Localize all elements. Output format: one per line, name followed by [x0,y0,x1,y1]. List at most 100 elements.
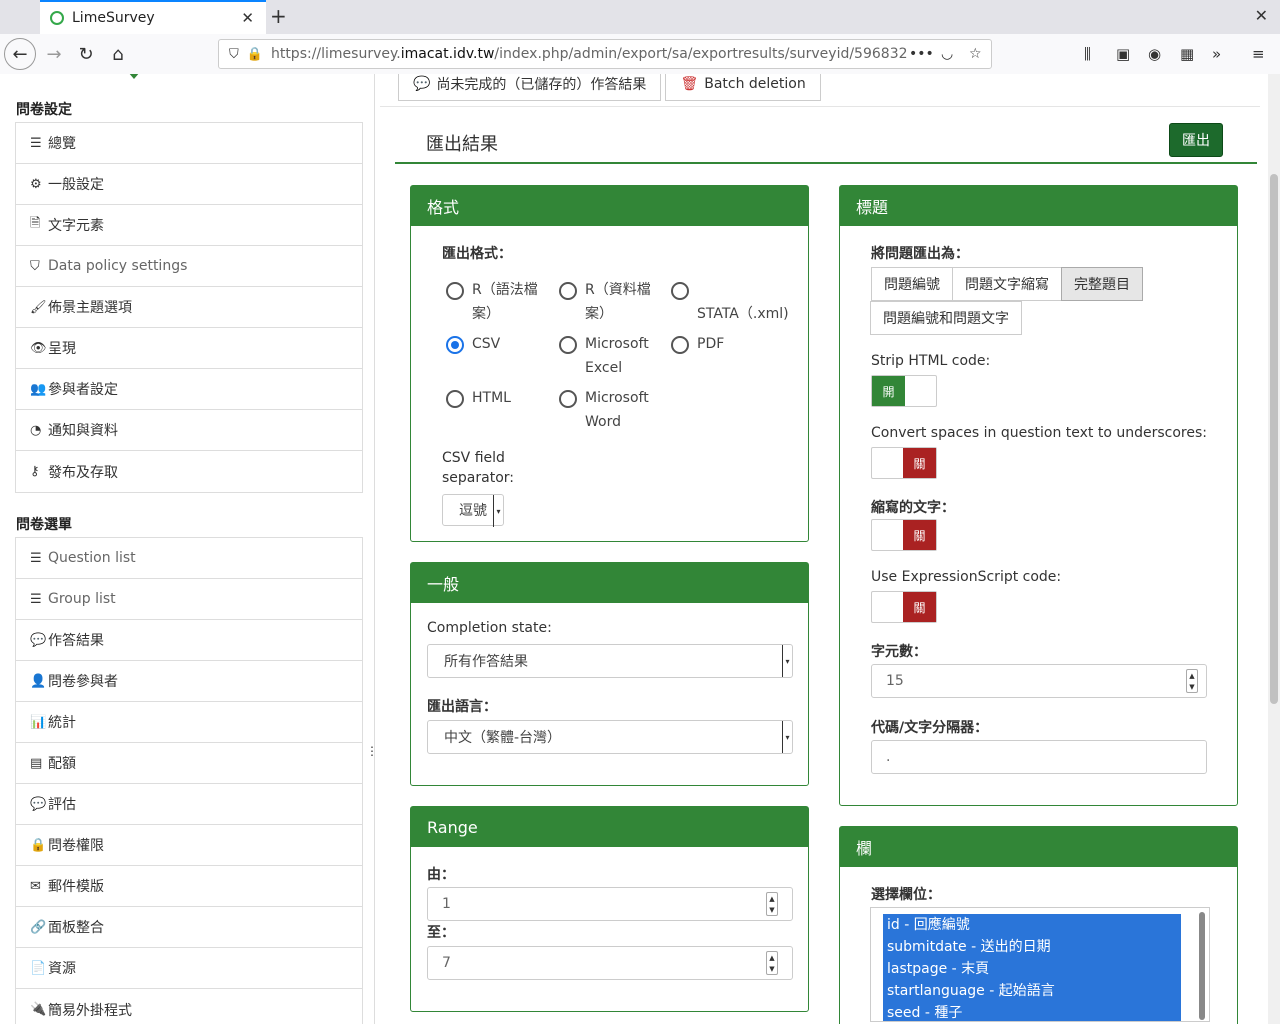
resize-handle-icon[interactable]: ⋮ [366,744,378,758]
char-count-label: 字元數： [871,644,927,660]
expressionscript-label: Use ExpressionScript code: [871,569,1062,585]
heading-option-full[interactable]: 完整題目 [1061,267,1143,301]
new-tab-icon[interactable]: + [270,4,287,28]
sidebar-item[interactable]: ✉ 郵件模版 [16,866,362,907]
scrollbar[interactable] [1199,912,1205,1020]
format-option-label-line2: STATA（.xml) [697,306,789,322]
format-radio[interactable] [671,336,689,354]
list-icon: ☰ [30,591,42,607]
code-separator-input[interactable]: . [871,740,1207,774]
page-scrollbar[interactable] [1268,74,1280,1024]
stepper-icon[interactable]: ▲ ▼ [766,892,778,916]
sidebar-toggle-icon[interactable]: ▣ [1116,45,1130,63]
range-from-value: 1 [442,896,451,912]
sidebar-item[interactable]: 👥 參與者設定 [16,369,362,410]
forward-icon[interactable]: → [38,38,70,70]
stepper-icon[interactable]: ▲ ▼ [1186,669,1198,693]
format-radio[interactable] [446,336,464,354]
library-icon[interactable]: ⫼ [1084,45,1091,63]
bookmark-star-icon[interactable]: ☆ [969,46,982,62]
sidebar-item[interactable]: 🔒 問卷權限 [16,825,362,866]
sidebar-item[interactable]: 🗎 文字元素 [16,205,362,246]
sidebar-item-label: 問卷參與者 [48,674,118,690]
column-option[interactable]: lastpage - 末頁 [883,958,1181,980]
more-actions-icon[interactable]: ••• [909,46,934,62]
sidebar-item[interactable]: ☰ Group list [16,579,362,620]
sidebar-item[interactable]: ☰ Question list [16,538,362,579]
rss-icon: ◔ [30,422,42,438]
overflow-menu-icon[interactable]: » [1212,45,1221,63]
sidebar-item[interactable]: 💬 作答結果 [16,620,362,661]
incomplete-responses-button[interactable]: 💬 尚未完成的（已儲存的）作答結果 [398,74,662,101]
abbreviated-text-toggle[interactable]: 關 [871,519,937,551]
incomplete-responses-label: 尚未完成的（已儲存的）作答結果 [436,77,647,93]
sidebar-item[interactable]: 👤 問卷參與者 [16,661,362,702]
sidebar-item-label: 呈現 [48,341,76,357]
sidebar-item[interactable]: 🔗 面板整合 [16,907,362,948]
sidebar-item[interactable]: ⚷ 發布及存取 [16,451,362,492]
column-option[interactable]: submitdate - 送出的日期 [883,936,1181,958]
close-window-icon[interactable]: ✕ [1255,6,1268,25]
back-icon[interactable]: ← [4,38,36,70]
toggle-off-state: 關 [903,520,936,550]
format-radio[interactable] [559,282,577,300]
format-radio[interactable] [446,390,464,408]
format-radio[interactable] [446,282,464,300]
extensions-icon[interactable]: ▦ [1180,45,1194,63]
format-option-label: HTML [472,390,511,406]
expressionscript-toggle[interactable]: 關 [871,591,937,623]
sidebar-item[interactable]: 👁 呈現 [16,328,362,369]
heading-option-code[interactable]: 問題編號 [871,267,953,301]
home-icon[interactable]: ⌂ [102,38,134,70]
close-tab-icon[interactable]: ✕ [241,9,254,27]
reload-icon[interactable]: ↻ [70,38,102,70]
column-option[interactable]: seed - 種子 [883,1002,1181,1021]
column-option[interactable]: startlanguage - 起始語言 [883,980,1181,1002]
heading-option-code-and-text[interactable]: 問題編號和問題文字 [870,301,1022,335]
char-count-input[interactable]: 15 ▲ ▼ [871,664,1207,698]
sidebar-item[interactable]: 📄 資源 [16,948,362,989]
completion-state-select[interactable]: 所有作答結果 ▾ [427,644,793,678]
sidebar-item[interactable]: ☰ 總覽 [16,123,362,164]
sidebar-item[interactable]: 🔌 簡易外掛程式 [16,989,362,1024]
account-icon[interactable]: ◉ [1148,45,1161,63]
sidebar-item[interactable]: ◔ 通知與資料 [16,410,362,451]
format-radio[interactable] [671,282,689,300]
completion-state-value: 所有作答結果 [444,654,528,670]
heading-option-abbreviated[interactable]: 問題文字縮寫 [952,267,1062,301]
csv-separator-select[interactable]: 逗號 ▾ [442,494,504,527]
batch-deletion-button[interactable]: 🗑 Batch deletion [665,74,821,101]
sidebar-item[interactable]: ⚙ 一般設定 [16,164,362,205]
stepper-icon[interactable]: ▲ ▼ [766,951,778,975]
tab-title: LimeSurvey [72,10,155,26]
list-icon: ☰ [30,550,42,566]
format-radio[interactable] [559,390,577,408]
link-icon: 🔗 [30,919,47,935]
csv-separator-value: 逗號 [459,503,487,519]
pocket-icon[interactable]: ◡ [941,46,953,62]
sidebar-item[interactable]: 🖌 佈景主題選項 [16,287,362,328]
sidebar-item[interactable]: ⛉ Data policy settings [16,246,362,287]
columns-multiselect[interactable]: id - 回應編號 submitdate - 送出的日期 lastpage - 末頁… [870,907,1210,1022]
column-option[interactable]: id - 回應編號 [883,914,1181,936]
browser-tab[interactable]: LimeSurvey ✕ [40,0,266,34]
sidebar-item[interactable]: 📊 統計 [16,702,362,743]
scrollbar-thumb[interactable] [1270,174,1278,704]
export-button[interactable]: 匯出 [1169,123,1223,157]
hamburger-menu-icon[interactable]: ≡ [1252,45,1265,63]
column-text: 末頁 [961,961,990,977]
strip-html-toggle[interactable]: 開 [871,375,937,407]
export-language-select[interactable]: 中文（繁體-台灣） ▾ [427,720,793,754]
convert-spaces-toggle[interactable]: 關 [871,447,937,479]
format-option-label: Microsoft [585,336,649,352]
range-from-input[interactable]: 1 ▲ ▼ [427,887,793,921]
url-bar[interactable]: ⛉ 🔒 https://limesurvey. imacat.idv.tw/ind… [218,39,992,69]
shield-icon[interactable]: ⛉ [229,47,239,62]
sidebar-item-label: 通知與資料 [48,423,118,439]
range-to-input[interactable]: 7 ▲ ▼ [427,946,793,980]
format-radio[interactable] [559,336,577,354]
limesurvey-favicon-icon [50,11,64,25]
sidebar-item[interactable]: ▤ 配額 [16,743,362,784]
sidebar-item[interactable]: 💬 評估 [16,784,362,825]
heading-panel-title: 標題 [840,186,1237,226]
